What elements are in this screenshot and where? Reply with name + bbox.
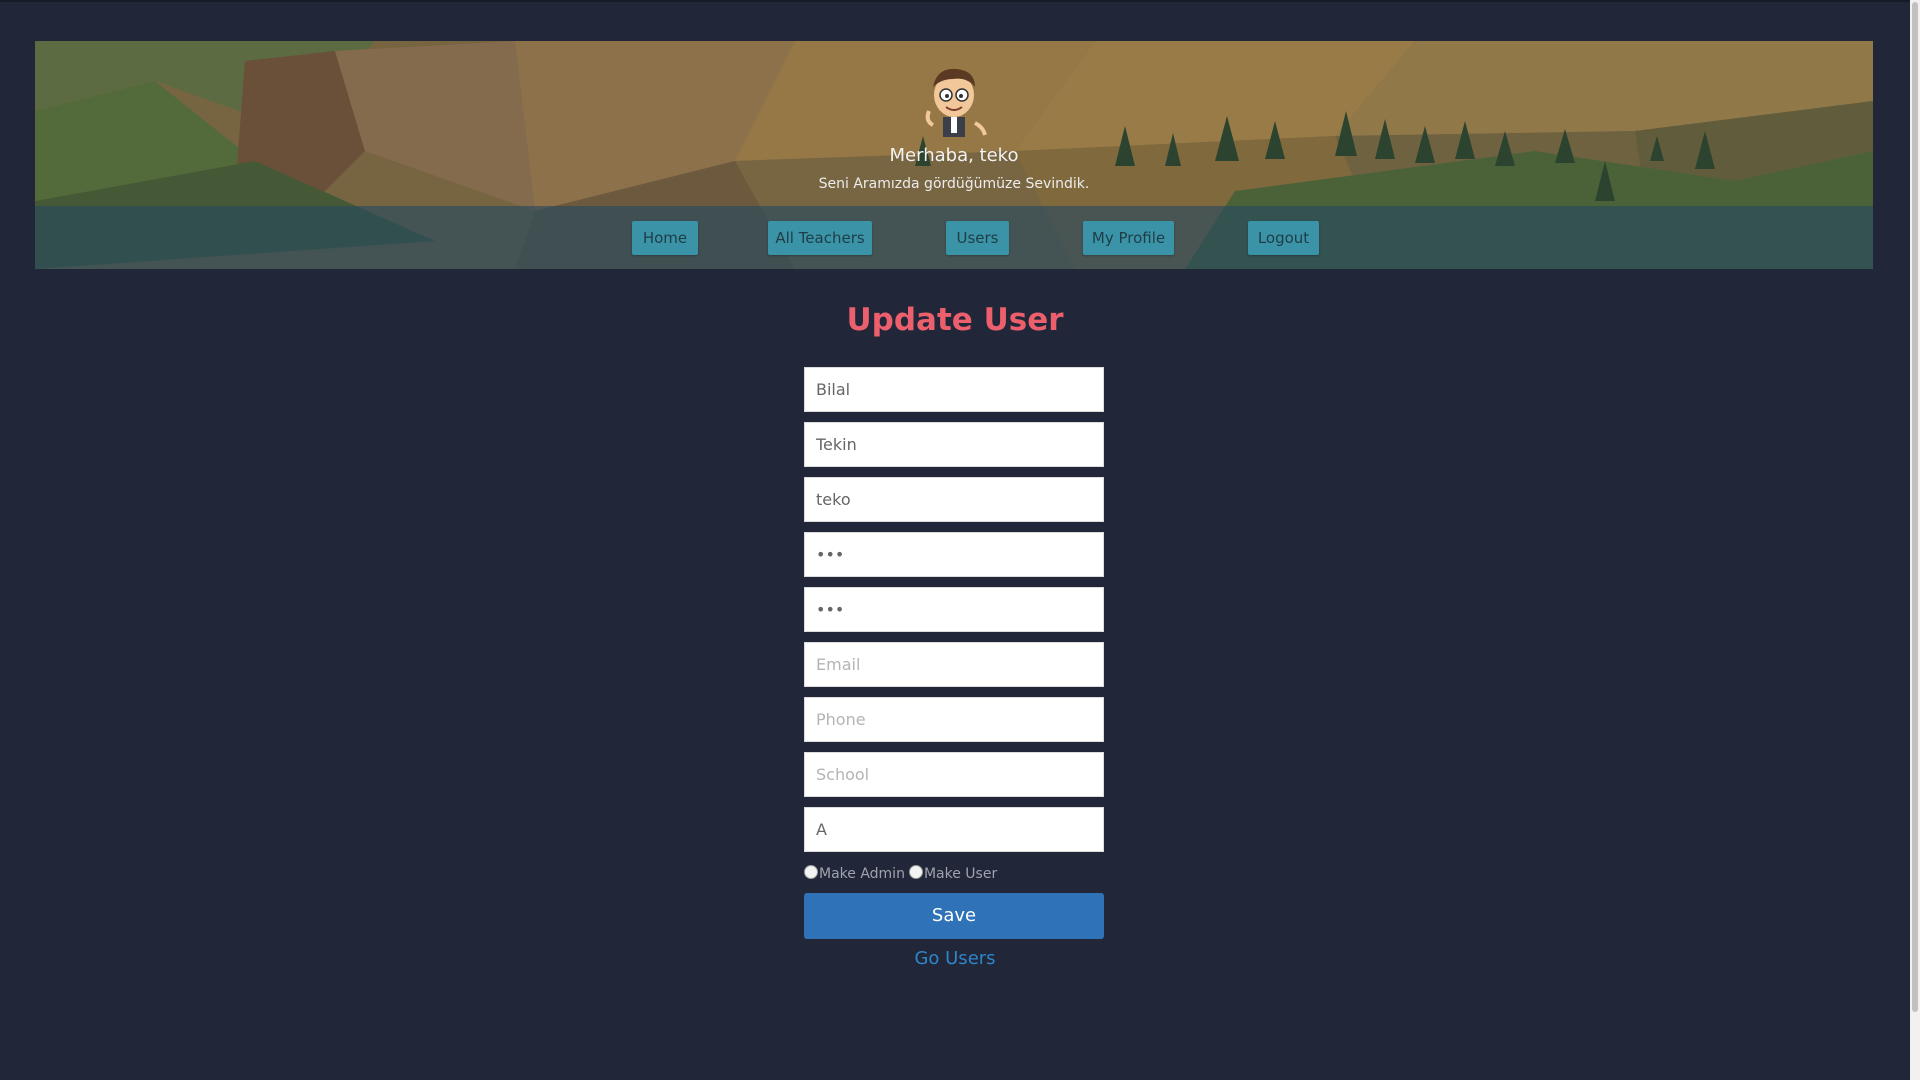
- page-title: Update User: [846, 302, 1064, 338]
- scrollbar-thumb[interactable]: [1912, 2, 1918, 1012]
- user-avatar: [925, 68, 987, 137]
- school-input[interactable]: [804, 752, 1104, 797]
- role-radio-group: Make Admin Make User: [804, 862, 1001, 882]
- go-users-link[interactable]: Go Users: [0, 948, 1910, 969]
- nav-logout-button[interactable]: Logout: [1248, 221, 1319, 255]
- page: Merhaba, teko Seni Aramızda gördüğümüze …: [0, 0, 1920, 1080]
- welcome-text: Seni Aramızda gördüğümüze Sevindik.: [818, 176, 1090, 192]
- make-admin-label: Make Admin: [819, 866, 905, 882]
- role-input[interactable]: [804, 807, 1104, 852]
- last-name-input[interactable]: [804, 422, 1104, 467]
- password-input[interactable]: [804, 532, 1104, 577]
- nav-all-teachers-button[interactable]: All Teachers: [768, 221, 872, 255]
- save-button[interactable]: Save: [804, 893, 1104, 939]
- top-border: [0, 0, 1910, 2]
- nav-home-button[interactable]: Home: [632, 221, 698, 255]
- email-input[interactable]: [804, 642, 1104, 687]
- phone-input[interactable]: [804, 697, 1104, 742]
- password-confirm-input[interactable]: [804, 587, 1104, 632]
- make-user-radio[interactable]: [908, 865, 923, 879]
- greeting-text: Merhaba, teko: [889, 145, 1019, 166]
- scrollbar[interactable]: [1910, 0, 1920, 1080]
- username-input[interactable]: [804, 477, 1104, 522]
- nav-users-button[interactable]: Users: [946, 221, 1009, 255]
- make-user-label: Make User: [923, 866, 998, 882]
- nav-my-profile-button[interactable]: My Profile: [1083, 221, 1174, 255]
- first-name-input[interactable]: [804, 367, 1104, 412]
- header-banner: Merhaba, teko Seni Aramızda gördüğümüze …: [35, 41, 1873, 269]
- make-admin-radio[interactable]: [804, 865, 818, 879]
